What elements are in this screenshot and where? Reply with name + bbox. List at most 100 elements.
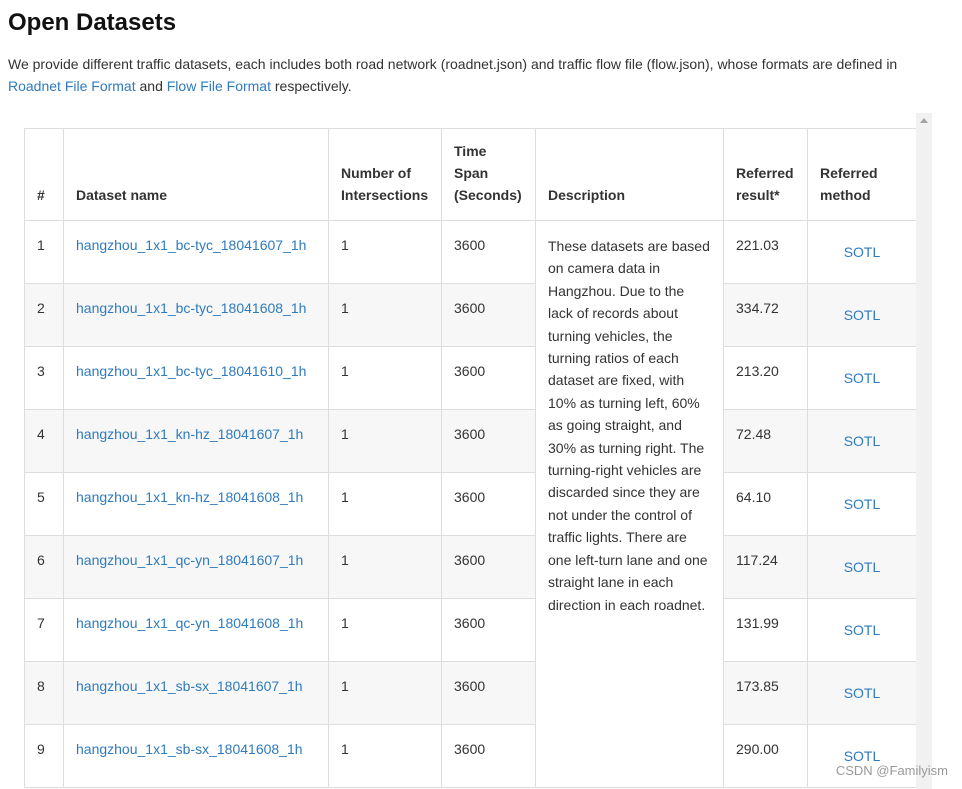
header-description: Description [535, 128, 724, 221]
dataset-link[interactable]: hangzhou_1x1_bc-tyc_18041608_1h [76, 300, 306, 316]
row-referred-method: SOTL [807, 283, 916, 347]
row-time-span: 3600 [441, 535, 536, 599]
dataset-link[interactable]: hangzhou_1x1_qc-yn_18041608_1h [76, 615, 303, 631]
row-time-span: 3600 [441, 661, 536, 725]
vertical-scrollbar[interactable] [916, 113, 932, 789]
row-referred-method: SOTL [807, 598, 916, 662]
dataset-link[interactable]: hangzhou_1x1_kn-hz_18041608_1h [76, 489, 303, 505]
row-intersections: 1 [328, 409, 442, 473]
dataset-link[interactable]: hangzhou_1x1_sb-sx_18041607_1h [76, 678, 303, 694]
row-intersections: 1 [328, 283, 442, 347]
row-referred-result: 213.20 [723, 346, 808, 410]
row-intersections: 1 [328, 661, 442, 725]
row-referred-result: 64.10 [723, 472, 808, 536]
row-num: 3 [24, 346, 64, 410]
datasets-table-container: # Dataset name Number of Intersections T… [24, 128, 916, 789]
method-link[interactable]: SOTL [844, 748, 881, 764]
row-dataset-name: hangzhou_1x1_sb-sx_18041607_1h [63, 661, 329, 725]
method-link[interactable]: SOTL [844, 307, 881, 323]
dataset-link[interactable]: hangzhou_1x1_qc-yn_18041607_1h [76, 552, 303, 568]
watermark: CSDN @Familyism [835, 763, 948, 778]
method-link[interactable]: SOTL [844, 496, 881, 512]
intro-text-after: respectively. [270, 78, 352, 94]
page: Open Datasets We provide different traff… [0, 0, 962, 789]
row-intersections: 1 [328, 472, 442, 536]
scroll-up-arrow-icon[interactable] [920, 118, 928, 123]
dataset-link[interactable]: hangzhou_1x1_bc-tyc_18041607_1h [76, 237, 306, 253]
row-time-span: 3600 [441, 220, 536, 284]
row-referred-method: SOTL [807, 724, 916, 788]
row-referred-method: SOTL [807, 661, 916, 725]
row-dataset-name: hangzhou_1x1_bc-tyc_18041607_1h [63, 220, 329, 284]
row-num: 8 [24, 661, 64, 725]
row-referred-result: 173.85 [723, 661, 808, 725]
table-row: 9 hangzhou_1x1_sb-sx_18041608_1h 1 3600 … [24, 724, 916, 788]
header-intersections: Number of Intersections [328, 128, 442, 221]
table-row: 4 hangzhou_1x1_kn-hz_18041607_1h 1 3600 … [24, 409, 916, 473]
method-link[interactable]: SOTL [844, 244, 881, 260]
row-referred-result: 221.03 [723, 220, 808, 284]
roadnet-format-link[interactable]: Roadnet File Format [8, 78, 136, 94]
method-link[interactable]: SOTL [844, 370, 881, 386]
table-row: 1 hangzhou_1x1_bc-tyc_18041607_1h 1 3600… [24, 220, 916, 788]
row-num: 4 [24, 409, 64, 473]
row-intersections: 1 [328, 598, 442, 662]
row-referred-result: 334.72 [723, 283, 808, 347]
row-num: 9 [24, 724, 64, 788]
row-dataset-name: hangzhou_1x1_sb-sx_18041608_1h [63, 724, 329, 788]
intro-paragraph: We provide different traffic datasets, e… [8, 53, 948, 97]
datasets-table: # Dataset name Number of Intersections T… [24, 128, 916, 788]
row-time-span: 3600 [441, 346, 536, 410]
header-referred-method: Referred method [807, 128, 916, 221]
row-time-span: 3600 [441, 472, 536, 536]
row-num: 6 [24, 535, 64, 599]
table-row: 8 hangzhou_1x1_sb-sx_18041607_1h 1 3600 … [24, 661, 916, 725]
page-title: Open Datasets [8, 9, 177, 36]
table-row: 2 hangzhou_1x1_bc-tyc_18041608_1h 1 3600… [24, 283, 916, 347]
row-intersections: 1 [328, 724, 442, 788]
row-dataset-name: hangzhou_1x1_qc-yn_18041608_1h [63, 598, 329, 662]
row-intersections: 1 [328, 535, 442, 599]
row-time-span: 3600 [441, 598, 536, 662]
intro-text-before: We provide different traffic datasets, e… [8, 56, 898, 72]
flow-format-link[interactable]: Flow File Format [167, 78, 271, 94]
row-referred-result: 72.48 [723, 409, 808, 473]
table-row: 3 hangzhou_1x1_bc-tyc_18041610_1h 1 3600… [24, 346, 916, 410]
dataset-link[interactable]: hangzhou_1x1_sb-sx_18041608_1h [76, 741, 303, 757]
method-link[interactable]: SOTL [844, 433, 881, 449]
method-link[interactable]: SOTL [844, 622, 881, 638]
description-cell: These datasets are based on camera data … [535, 220, 724, 788]
row-intersections: 1 [328, 220, 442, 284]
row-referred-result: 290.00 [723, 724, 808, 788]
table-header-row: # Dataset name Number of Intersections T… [24, 128, 916, 221]
row-time-span: 3600 [441, 409, 536, 473]
row-num: 2 [24, 283, 64, 347]
dataset-link[interactable]: hangzhou_1x1_kn-hz_18041607_1h [76, 426, 303, 442]
table-row: 6 hangzhou_1x1_qc-yn_18041607_1h 1 3600 … [24, 535, 916, 599]
header-time-span: Time Span (Seconds) [441, 128, 536, 221]
row-dataset-name: hangzhou_1x1_bc-tyc_18041608_1h [63, 283, 329, 347]
header-dataset-name: Dataset name [63, 128, 329, 221]
row-num: 5 [24, 472, 64, 536]
row-num: 7 [24, 598, 64, 662]
row-dataset-name: hangzhou_1x1_bc-tyc_18041610_1h [63, 346, 329, 410]
method-link[interactable]: SOTL [844, 559, 881, 575]
table-row: 7 hangzhou_1x1_qc-yn_18041608_1h 1 3600 … [24, 598, 916, 662]
row-time-span: 3600 [441, 283, 536, 347]
row-referred-result: 117.24 [723, 535, 808, 599]
row-referred-method: SOTL [807, 346, 916, 410]
dataset-link[interactable]: hangzhou_1x1_bc-tyc_18041610_1h [76, 363, 306, 379]
header-referred-result: Referred result* [723, 128, 808, 221]
intro-text-middle: and [135, 78, 167, 94]
row-time-span: 3600 [441, 724, 536, 788]
row-num: 1 [24, 220, 64, 284]
row-referred-method: SOTL [807, 220, 916, 284]
method-link[interactable]: SOTL [844, 685, 881, 701]
header-num: # [24, 128, 64, 221]
row-dataset-name: hangzhou_1x1_qc-yn_18041607_1h [63, 535, 329, 599]
row-dataset-name: hangzhou_1x1_kn-hz_18041608_1h [63, 472, 329, 536]
row-referred-method: SOTL [807, 535, 916, 599]
row-dataset-name: hangzhou_1x1_kn-hz_18041607_1h [63, 409, 329, 473]
row-intersections: 1 [328, 346, 442, 410]
row-referred-method: SOTL [807, 472, 916, 536]
